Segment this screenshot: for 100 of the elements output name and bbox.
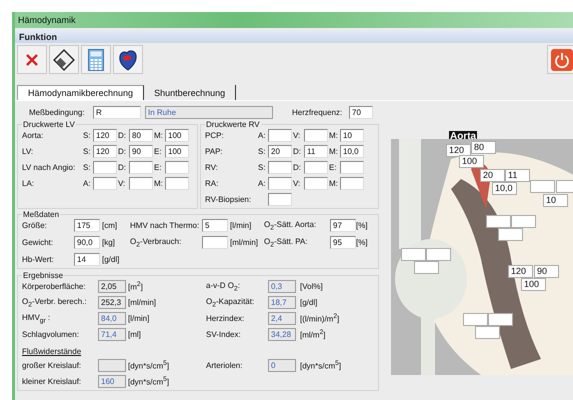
field-label: M: bbox=[329, 131, 339, 140]
text-field[interactable]: 100 bbox=[165, 145, 189, 158]
field-label: S: bbox=[258, 163, 267, 172]
field-label: PCP: bbox=[205, 131, 225, 140]
text-field[interactable]: 0 bbox=[268, 359, 296, 372]
text-field[interactable]: 18,7 bbox=[268, 296, 296, 309]
text-field[interactable]: 90,0 bbox=[74, 236, 100, 249]
empty-field[interactable] bbox=[129, 177, 153, 190]
power-button[interactable] bbox=[547, 45, 573, 74]
text-field[interactable]: 160 bbox=[98, 375, 126, 388]
text-field[interactable]: 5 bbox=[202, 219, 228, 232]
text-field[interactable]: 10 bbox=[543, 194, 568, 207]
text-field[interactable]: 2,4 bbox=[268, 312, 296, 325]
field-label: S: bbox=[83, 163, 92, 172]
field-label: O$_{2}$-Kapazität: bbox=[206, 296, 256, 308]
empty-field[interactable] bbox=[93, 161, 117, 174]
unit-label: [g/dl] bbox=[102, 255, 120, 264]
empty-field[interactable] bbox=[498, 228, 523, 241]
empty-field[interactable] bbox=[268, 177, 292, 190]
heart-button[interactable] bbox=[113, 45, 143, 74]
text-field[interactable]: 90 bbox=[534, 265, 559, 278]
text-field[interactable]: 100 bbox=[521, 278, 546, 291]
text-field[interactable]: 80 bbox=[471, 141, 496, 154]
field-label: V: bbox=[293, 131, 302, 140]
text-field[interactable]: 175 bbox=[74, 219, 100, 232]
calculator-icon bbox=[88, 48, 104, 70]
field-label: Arteriolen: bbox=[206, 361, 244, 370]
unit-label: [g/dl] bbox=[300, 298, 318, 307]
empty-field[interactable] bbox=[304, 177, 328, 190]
text-field[interactable]: 10,0 bbox=[492, 182, 517, 195]
unit-label: [ml/m$^{2}$] bbox=[300, 329, 326, 340]
field-label: kleiner Kreislauf: bbox=[22, 377, 82, 386]
field-label: a-v-D O$_{2}$: bbox=[206, 280, 241, 292]
text-field[interactable]: 71,4 bbox=[98, 328, 126, 341]
empty-field[interactable] bbox=[268, 193, 292, 206]
empty-field[interactable] bbox=[129, 161, 153, 174]
text-field[interactable]: 100 bbox=[459, 155, 484, 168]
unit-label: [%] bbox=[356, 238, 368, 247]
empty-field[interactable] bbox=[93, 177, 117, 190]
field-label: D: bbox=[293, 147, 302, 156]
field-label: M: bbox=[329, 147, 339, 156]
text-field[interactable]: 100 bbox=[165, 129, 189, 142]
text-field[interactable]: 80 bbox=[129, 129, 153, 142]
field-label: Gewicht: bbox=[22, 238, 54, 247]
text-field[interactable]: R bbox=[93, 106, 141, 118]
empty-field[interactable] bbox=[268, 129, 292, 142]
text-field[interactable]: 10 bbox=[340, 129, 364, 142]
empty-field[interactable] bbox=[304, 161, 328, 174]
close-button[interactable] bbox=[17, 45, 47, 74]
unit-label: [%] bbox=[356, 221, 368, 230]
text-field[interactable]: 84,0 bbox=[98, 312, 126, 325]
menu-item[interactable]: Funktion bbox=[19, 32, 57, 42]
empty-field[interactable] bbox=[165, 177, 189, 190]
text-field[interactable]: 11 bbox=[304, 145, 328, 158]
empty-field[interactable] bbox=[165, 161, 189, 174]
field-label: D: bbox=[293, 163, 302, 172]
field-label: SV-Index: bbox=[206, 330, 242, 339]
text-field[interactable]: 0,3 bbox=[268, 280, 296, 293]
text-field[interactable]: 34,28 bbox=[268, 328, 296, 341]
empty-field[interactable] bbox=[340, 161, 364, 174]
unit-label: [cm] bbox=[102, 221, 118, 230]
field-label: LV nach Angio: bbox=[22, 163, 76, 172]
text-field[interactable]: 120 bbox=[93, 129, 117, 142]
text-field[interactable]: 20 bbox=[268, 145, 292, 158]
empty-field[interactable] bbox=[98, 359, 126, 372]
text-field[interactable]: 2,05 bbox=[98, 280, 126, 293]
empty-field[interactable] bbox=[304, 129, 328, 142]
empty-field[interactable] bbox=[475, 326, 500, 339]
empty-field[interactable] bbox=[340, 177, 364, 190]
text-field[interactable]: 20 bbox=[480, 169, 505, 182]
condition-field[interactable]: In Ruhe bbox=[145, 106, 273, 118]
field-label: D: bbox=[118, 147, 127, 156]
field-label: O$_{2}$-Verbrauch: bbox=[130, 236, 182, 248]
calculator-button[interactable] bbox=[81, 45, 111, 74]
field-label: Größe: bbox=[22, 221, 48, 230]
text-field[interactable]: 97 bbox=[330, 219, 356, 232]
field-label: D: bbox=[118, 131, 127, 140]
text-field[interactable]: 10,0 bbox=[340, 145, 364, 158]
field-label: Hb-Wert: bbox=[22, 255, 55, 264]
tab[interactable]: Hämodynamikberechnung bbox=[17, 85, 144, 100]
group-title: Druckwerte LV bbox=[22, 120, 76, 129]
unit-label: [l/min] bbox=[128, 314, 150, 323]
empty-field[interactable] bbox=[202, 236, 228, 249]
empty-field[interactable] bbox=[414, 261, 439, 274]
window-title: Hämodynamik bbox=[15, 12, 573, 28]
text-field[interactable]: 120 bbox=[93, 145, 117, 158]
text-field[interactable]: 90 bbox=[129, 145, 153, 158]
text-field[interactable]: 11 bbox=[505, 169, 530, 182]
unit-label: [dyn*s/cm$^{5}$] bbox=[128, 376, 170, 387]
text-field[interactable]: 252,3 bbox=[98, 296, 126, 309]
field-label: RV: bbox=[205, 163, 219, 172]
text-field[interactable]: 120 bbox=[446, 144, 471, 157]
field-label: großer Kreislauf: bbox=[22, 361, 82, 370]
empty-field[interactable] bbox=[268, 161, 292, 174]
field-label: Herzfrequenz: bbox=[292, 108, 344, 116]
text-field[interactable]: 120 bbox=[508, 265, 533, 278]
text-field[interactable]: 95 bbox=[330, 236, 356, 249]
text-field[interactable]: 14 bbox=[74, 253, 100, 266]
save-button[interactable] bbox=[49, 45, 79, 74]
text-field[interactable]: 70 bbox=[349, 106, 373, 118]
